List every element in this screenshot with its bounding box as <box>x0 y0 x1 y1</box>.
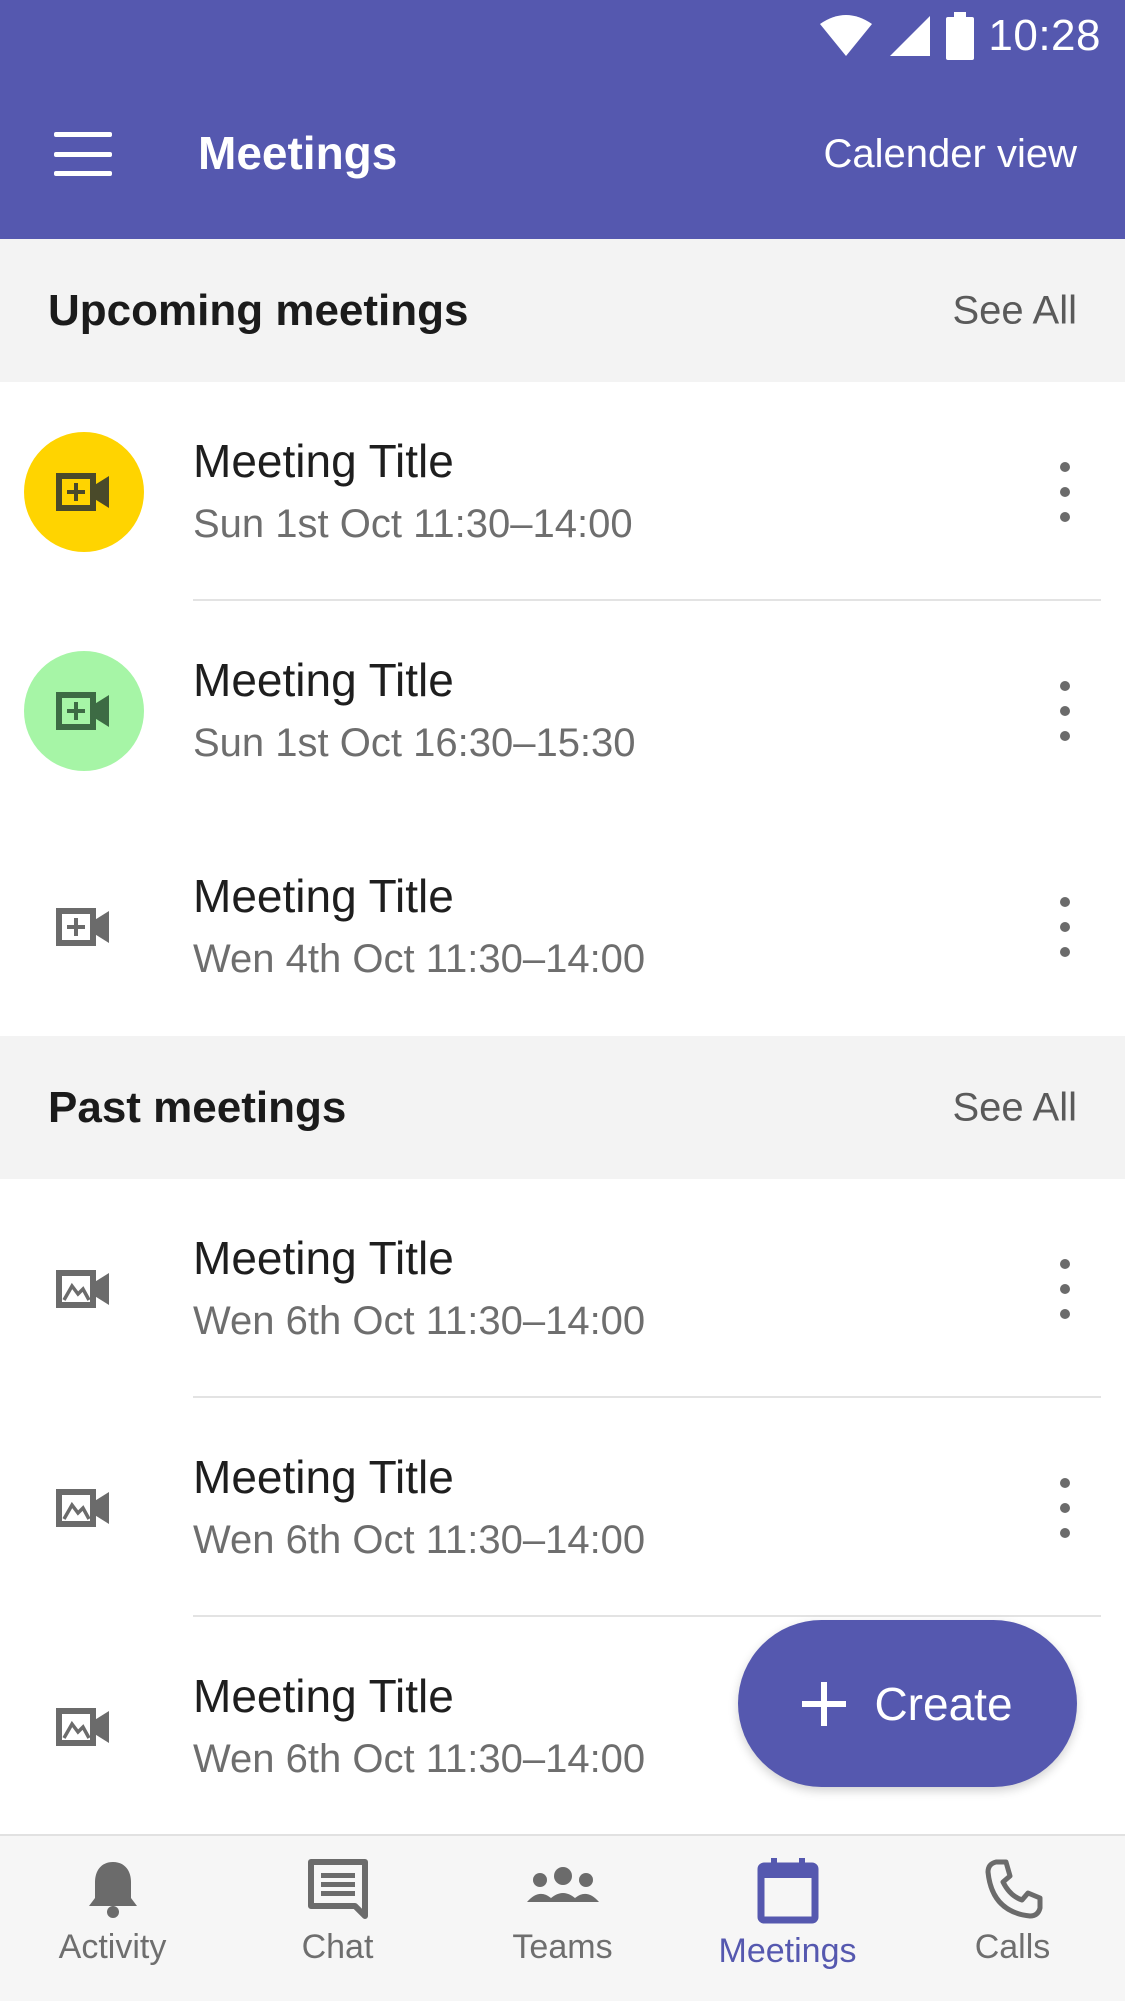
phone-icon <box>985 1859 1042 1919</box>
chat-icon <box>307 1859 368 1919</box>
meeting-avatar <box>24 1229 144 1349</box>
meeting-title: Meeting Title <box>193 1669 454 1722</box>
section-title: Upcoming meetings <box>48 285 469 335</box>
section-title: Past meetings <box>48 1082 347 1132</box>
meeting-title: Meeting Title <box>193 434 454 487</box>
see-all-upcoming-button[interactable]: See All <box>952 288 1077 333</box>
nav-label: Calls <box>974 1928 1051 1966</box>
meeting-title: Meeting Title <box>193 1231 454 1284</box>
create-meeting-button[interactable]: Create <box>738 1620 1077 1787</box>
meeting-time: Sun 1st Oct 16:30–15:30 <box>193 720 636 765</box>
meeting-avatar <box>24 1448 144 1568</box>
people-icon <box>526 1867 599 1902</box>
status-bar: 10:28 <box>818 10 1101 62</box>
nav-label: Meetings <box>718 1932 857 1970</box>
meeting-time: Wen 6th Oct 11:30–14:00 <box>193 1298 646 1343</box>
nav-item-teams[interactable]: Teams <box>450 1836 675 2001</box>
more-options-icon[interactable] <box>1045 680 1085 741</box>
video-add-icon <box>56 907 109 946</box>
plus-icon <box>802 1681 847 1726</box>
meeting-list-item[interactable]: Meeting Title Sun 1st Oct 11:30–14:00 <box>0 382 1125 601</box>
nav-label: Chat <box>301 1928 374 1966</box>
more-options-icon[interactable] <box>1045 1477 1085 1538</box>
more-options-icon[interactable] <box>1045 896 1085 957</box>
meeting-time: Wen 6th Oct 11:30–14:00 <box>193 1736 646 1781</box>
battery-icon <box>946 12 975 60</box>
video-recording-icon <box>56 1269 109 1308</box>
see-all-past-button[interactable]: See All <box>952 1085 1077 1130</box>
more-options-icon[interactable] <box>1045 461 1085 522</box>
nav-label: Activity <box>58 1928 167 1966</box>
video-recording-icon <box>56 1707 109 1746</box>
meeting-avatar <box>24 431 144 552</box>
nav-item-chat[interactable]: Chat <box>225 1836 450 2001</box>
upcoming-meetings-header: Upcoming meetings See All <box>0 239 1125 382</box>
meeting-list-item[interactable]: Meeting Title Sun 1st Oct 16:30–15:30 <box>0 601 1125 820</box>
more-options-icon[interactable] <box>1045 1258 1085 1319</box>
hamburger-menu-icon[interactable] <box>54 132 112 176</box>
nav-item-calls[interactable]: Calls <box>900 1836 1125 2001</box>
page-title: Meetings <box>198 127 398 179</box>
calendar-view-button[interactable]: Calender view <box>824 132 1077 177</box>
meeting-avatar <box>24 867 144 987</box>
past-meetings-header: Past meetings See All <box>0 1036 1125 1179</box>
bottom-navigation: Activity Chat Teams Meetings Calls <box>0 1834 1125 2001</box>
meeting-title: Meeting Title <box>193 1450 454 1503</box>
meeting-title: Meeting Title <box>193 653 454 706</box>
status-time: 10:28 <box>988 11 1101 60</box>
app-bar: 10:28 Meetings Calender view <box>0 0 1125 239</box>
meeting-list-item[interactable]: Meeting Title Wen 6th Oct 11:30–14:00 <box>0 1179 1125 1398</box>
nav-item-meetings[interactable]: Meetings <box>675 1836 900 2001</box>
meeting-list-item[interactable]: Meeting Title Wen 6th Oct 11:30–14:00 <box>0 1398 1125 1617</box>
meeting-time: Wen 4th Oct 11:30–14:00 <box>193 936 646 981</box>
nav-item-activity[interactable]: Activity <box>0 1836 225 2001</box>
nav-label: Teams <box>512 1928 613 1966</box>
meeting-time: Sun 1st Oct 11:30–14:00 <box>193 501 633 546</box>
meeting-avatar <box>24 650 144 771</box>
bell-icon <box>88 1862 137 1918</box>
video-add-icon <box>56 691 109 730</box>
cellular-signal-icon <box>890 16 931 56</box>
video-add-icon <box>56 472 109 511</box>
create-label: Create <box>874 1677 1013 1730</box>
video-recording-icon <box>56 1488 109 1527</box>
meeting-avatar <box>24 1667 144 1787</box>
wifi-icon <box>820 15 873 56</box>
meeting-time: Wen 6th Oct 11:30–14:00 <box>193 1517 646 1562</box>
meeting-list-item[interactable]: Meeting Title Wen 4th Oct 11:30–14:00 <box>0 817 1125 1036</box>
meeting-title: Meeting Title <box>193 869 454 922</box>
calendar-icon <box>757 1858 818 1924</box>
